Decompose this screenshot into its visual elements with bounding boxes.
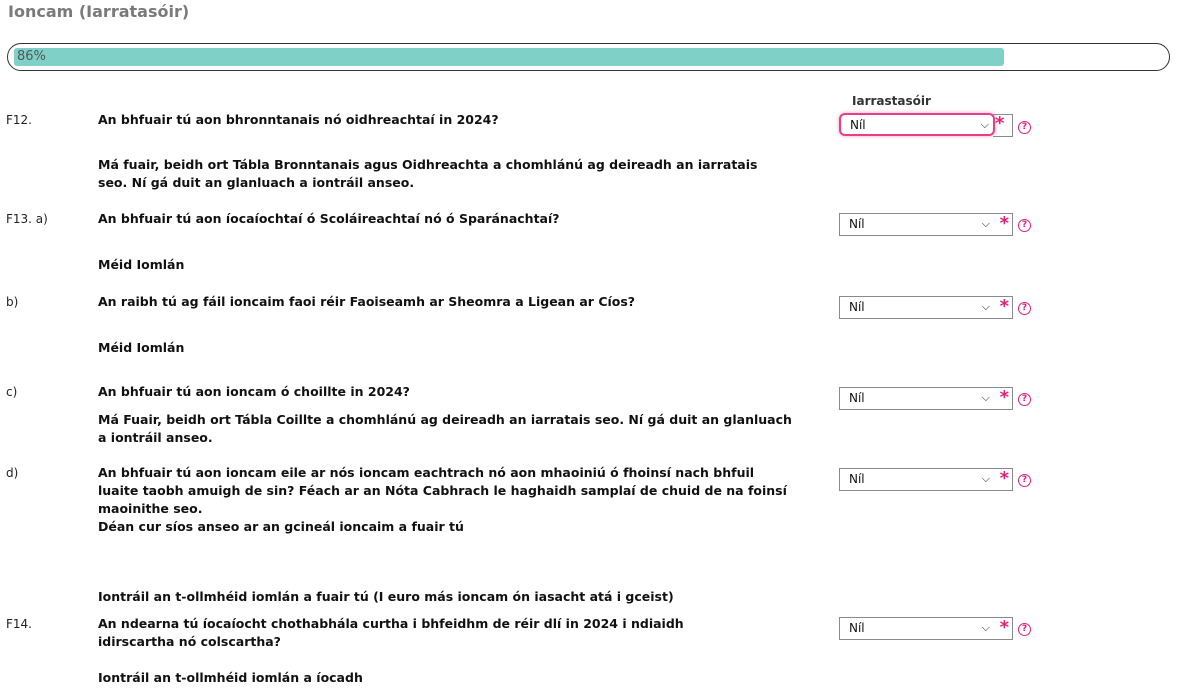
help-icon[interactable]: ? — [1018, 474, 1031, 487]
help-icon[interactable]: ? — [1018, 219, 1031, 232]
help-icon[interactable]: ? — [1018, 623, 1031, 636]
field-label: Iontráil an t-ollmhéid iomlán a fuair tú… — [98, 589, 674, 604]
select-value: Níl — [849, 621, 865, 635]
required-icon: * — [999, 617, 1009, 638]
help-icon[interactable]: ? — [1018, 121, 1031, 134]
field-label: Méid Iomlán — [98, 340, 185, 355]
help-icon[interactable]: ? — [1018, 393, 1031, 406]
chevron-down-icon: ⌵ — [980, 118, 989, 131]
answer-select-f13b[interactable]: Níl ⌵ * — [839, 296, 1013, 319]
field-label: Déan cur síos anseo ar an gcineál ioncai… — [98, 519, 464, 534]
question-number: F13. a) — [6, 212, 48, 226]
required-icon: * — [999, 468, 1009, 489]
select-value: Níl — [849, 391, 865, 405]
chevron-down-icon: ⌵ — [981, 472, 990, 485]
answer-select-f13c[interactable]: Níl ⌵ * — [839, 387, 1013, 410]
progress-label: 86% — [17, 49, 46, 64]
required-icon: * — [999, 213, 1009, 234]
info-text: Má fuair, beidh ort Tábla Bronntanais ag… — [98, 157, 758, 190]
page-title: Ioncam (Iarratasóir) — [8, 2, 190, 21]
field-label: Iontráil an t-ollmhéid iomlán a íocadh — [98, 670, 363, 685]
required-icon: * — [999, 296, 1009, 317]
answer-select-f14[interactable]: Níl ⌵ * — [839, 617, 1013, 640]
required-icon: * — [999, 387, 1009, 408]
required-icon: * — [995, 113, 1005, 134]
select-value: Níl — [849, 300, 865, 314]
select-value: Níl — [849, 472, 865, 486]
chevron-down-icon: ⌵ — [981, 300, 990, 313]
column-header: Iarrastasóir — [852, 94, 931, 108]
progress-fill — [14, 48, 1004, 66]
question-text: An bhfuair tú aon ioncam eile ar nós ion… — [98, 465, 787, 516]
field-label: Méid Iomlán — [98, 257, 185, 272]
question-text: An ndearna tú íocaíocht chothabhála curt… — [98, 616, 684, 649]
help-icon[interactable]: ? — [1018, 302, 1031, 315]
select-value: Níl — [850, 118, 866, 132]
question-number: c) — [6, 385, 18, 399]
answer-select-f13a[interactable]: Níl ⌵ * — [839, 213, 1013, 236]
question-number: F12. — [6, 113, 32, 127]
select-value: Níl — [849, 217, 865, 231]
question-text: An bhfuair tú aon ioncam ó choillte in 2… — [98, 384, 410, 399]
answer-select-f12[interactable]: Níl ⌵ — [839, 113, 995, 136]
question-number: b) — [6, 295, 19, 309]
question-number: d) — [6, 466, 19, 480]
question-text: An raibh tú ag fáil ioncaim faoi réir Fa… — [98, 294, 636, 309]
question-number: F14. — [6, 617, 32, 631]
info-text: Má Fuair, beidh ort Tábla Coillte a chom… — [98, 412, 792, 445]
chevron-down-icon: ⌵ — [981, 391, 990, 404]
chevron-down-icon: ⌵ — [981, 621, 990, 634]
question-text: An bhfuair tú aon íocaíochtaí ó Scoláire… — [98, 211, 560, 226]
answer-select-f13d[interactable]: Níl ⌵ * — [839, 468, 1013, 491]
question-text: An bhfuair tú aon bhronntanais nó oidhre… — [98, 112, 499, 127]
progress-bar: 86% — [7, 43, 1170, 71]
chevron-down-icon: ⌵ — [981, 217, 990, 230]
